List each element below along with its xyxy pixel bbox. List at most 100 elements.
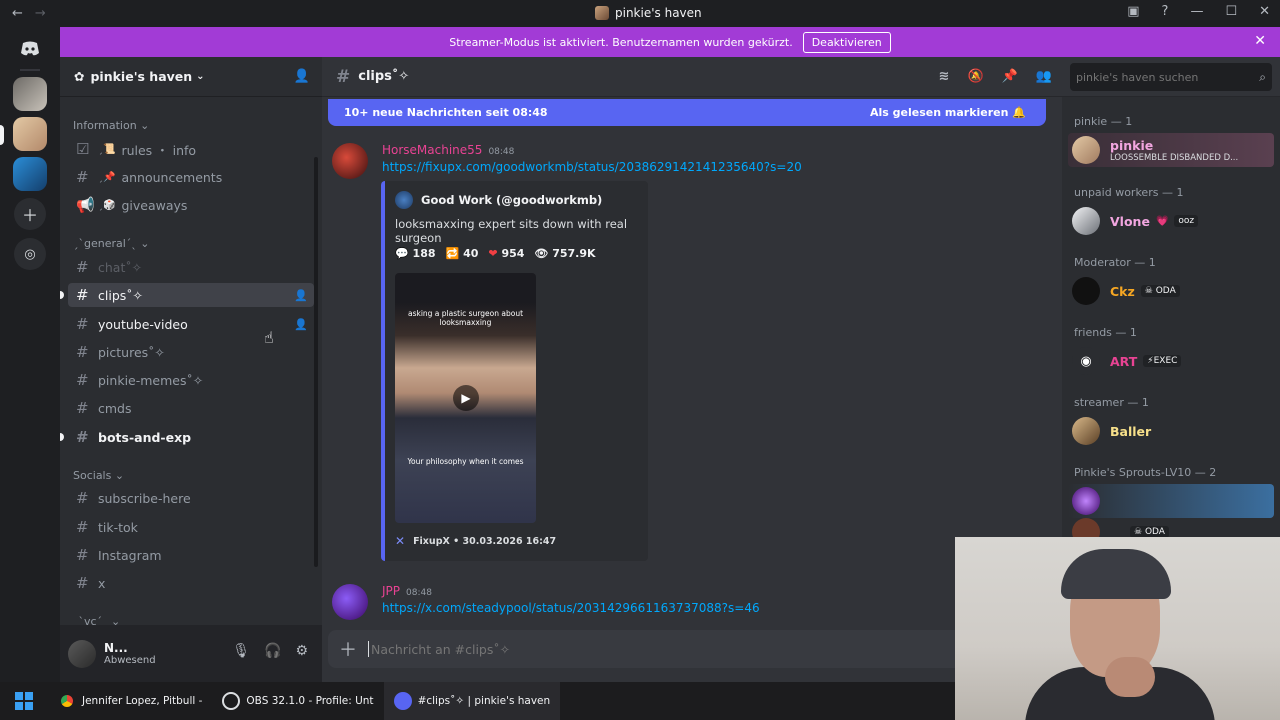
- link-embed: Good Work (@goodworkmb) looksmaxxing exp…: [381, 181, 648, 561]
- rules-checkbox-icon: ☑: [76, 140, 90, 158]
- embed-video[interactable]: asking a plastic surgeon about looksmaxx…: [395, 273, 536, 523]
- category-general[interactable]: ˏˋgeneralˊˎ ⌄: [73, 237, 150, 250]
- member-group-title: unpaid workers — 1: [1074, 186, 1184, 199]
- category-information[interactable]: Information ⌄: [73, 119, 149, 132]
- user-status: Abwesend: [104, 655, 156, 666]
- skull-icon: ☠: [1144, 286, 1153, 296]
- invite-member-icon[interactable]: 👤: [294, 318, 308, 331]
- deactivate-button[interactable]: Deaktivieren: [802, 31, 891, 53]
- notifications-muted-icon[interactable]: 🔕: [967, 69, 983, 84]
- channel-subscribe-here[interactable]: # subscribe-here: [68, 486, 314, 510]
- member-avatar: [1072, 417, 1100, 445]
- channel-cmds[interactable]: # cmds: [68, 396, 314, 420]
- member-avatar: [1072, 487, 1100, 515]
- author-avatar[interactable]: [332, 143, 368, 179]
- author-avatar[interactable]: [332, 584, 368, 620]
- channel-giveaways[interactable]: 📢 ˏ🎲 giveaways: [68, 193, 314, 217]
- start-button[interactable]: [0, 682, 48, 720]
- reply-icon: 💬: [395, 247, 409, 260]
- maximize-icon[interactable]: ☐: [1225, 4, 1237, 19]
- member-avatar: [1072, 277, 1100, 305]
- search-input[interactable]: [1076, 70, 1260, 84]
- channel-x[interactable]: # x: [68, 571, 314, 595]
- discord-icon: [393, 692, 412, 710]
- help-icon[interactable]: ?: [1162, 4, 1169, 19]
- member-baller[interactable]: Baller: [1068, 414, 1274, 448]
- headphones-icon[interactable]: 🎧: [264, 643, 281, 659]
- server-icon-pinkies-haven[interactable]: [13, 117, 47, 151]
- message-link[interactable]: https://fixupx.com/goodworkmb/status/203…: [382, 160, 802, 174]
- channel-bots-and-exp[interactable]: # bots-and-exp: [60, 425, 314, 449]
- member-vlone[interactable]: Vlone 💗 ooz: [1068, 204, 1274, 238]
- member-art[interactable]: ◉ ART ⚡EXEC: [1068, 344, 1274, 378]
- channel-youtube-video[interactable]: # youtube-video 👤: [68, 312, 314, 336]
- hash-icon: #: [76, 168, 89, 186]
- channel-sidebar: ✿ pinkie's haven ⌄ 👤 Information ⌄ ☑ ˏ📜 ru…: [60, 57, 322, 625]
- attach-plus-icon[interactable]: ＋: [328, 636, 368, 662]
- search-icon[interactable]: ⌕: [1259, 70, 1266, 85]
- channel-instagram[interactable]: # Instagram: [68, 543, 314, 567]
- member-name: Ckz: [1110, 283, 1135, 299]
- play-icon[interactable]: ▶: [453, 385, 479, 411]
- add-server-icon[interactable]: ＋: [14, 198, 46, 230]
- message-time: 08:48: [406, 588, 432, 598]
- forward-arrow-icon[interactable]: →: [35, 6, 46, 21]
- channel-clips[interactable]: # clips˚✧ 👤: [60, 283, 314, 307]
- message-author[interactable]: JPP 08:48: [382, 584, 432, 598]
- minimize-icon[interactable]: —: [1190, 4, 1203, 19]
- member-avatar: [1072, 207, 1100, 235]
- guild-header[interactable]: ✿ pinkie's haven ⌄ 👤: [60, 57, 322, 97]
- hash-icon: #: [76, 574, 89, 592]
- message-author[interactable]: HorseMachine55 08:48: [382, 143, 514, 157]
- category-socials[interactable]: Socials ⌄: [73, 469, 124, 482]
- member-group-title: friends — 1: [1074, 326, 1137, 339]
- taskbar-chrome[interactable]: Jennifer Lopez, Pitbull -: [48, 682, 212, 720]
- server-avatar-icon: [595, 6, 609, 20]
- discover-icon[interactable]: ◎: [14, 238, 46, 270]
- sidebar-scrollbar[interactable]: [314, 157, 318, 567]
- channel-rules[interactable]: ☑ ˏ📜 rules ・ info: [68, 137, 314, 161]
- user-avatar[interactable]: [68, 639, 96, 668]
- channel-tik-tok[interactable]: # tik-tok: [68, 515, 314, 539]
- inbox-icon[interactable]: ▣: [1127, 4, 1139, 19]
- microphone-icon[interactable]: 🎙: [232, 643, 250, 659]
- mouse-cursor-icon: ☝: [264, 328, 274, 347]
- member-ckz[interactable]: Ckz ☠ ODA: [1068, 274, 1274, 308]
- hash-icon: #: [76, 371, 89, 389]
- server-icon-3[interactable]: [13, 157, 47, 191]
- hash-icon: #: [76, 399, 89, 417]
- close-window-icon[interactable]: ✕: [1259, 4, 1270, 19]
- member-list-icon[interactable]: 👥: [1036, 69, 1052, 84]
- settings-gear-icon[interactable]: ⚙: [295, 643, 308, 659]
- back-arrow-icon[interactable]: ←: [12, 6, 23, 21]
- member-status-text: LOOSSEMBLE DISBANDED D...: [1110, 152, 1239, 163]
- close-banner-icon[interactable]: ✕: [1254, 33, 1266, 49]
- invite-member-icon[interactable]: 👤: [294, 289, 308, 302]
- pinned-messages-icon[interactable]: 📌: [1002, 69, 1018, 84]
- new-messages-bar[interactable]: 10+ neue Nachrichten seit 08:48 Als gele…: [328, 99, 1046, 126]
- member-sprout-1[interactable]: [1068, 484, 1274, 518]
- discord-home-icon[interactable]: [14, 33, 46, 65]
- message-link[interactable]: https://x.com/steadypool/status/20314296…: [382, 601, 760, 615]
- embed-author[interactable]: Good Work (@goodworkmb): [395, 191, 602, 209]
- embed-description: looksmaxxing expert sits down with real …: [395, 217, 628, 245]
- server-icon-1[interactable]: [13, 77, 47, 111]
- server-rail: ＋ ◎: [0, 27, 60, 682]
- channel-pictures[interactable]: # pictures˚✧: [68, 340, 314, 364]
- mark-as-read-button[interactable]: Als gelesen markieren 🔔: [870, 106, 1026, 119]
- channel-announcements[interactable]: # ˏ📌 announcements: [68, 165, 314, 189]
- webcam-person-cap: [1061, 549, 1171, 599]
- channel-pinkie-memes[interactable]: # pinkie-memes˚✧: [68, 368, 314, 392]
- taskbar-obs[interactable]: OBS 32.1.0 - Profile: Unt: [212, 682, 383, 720]
- hash-icon: #: [76, 343, 89, 361]
- invite-people-icon[interactable]: 👤: [294, 69, 310, 84]
- taskbar-discord[interactable]: #clips˚✧ | pinkie's haven: [383, 682, 561, 720]
- category-vc[interactable]: ˏˋvcˊˎ ⌄: [73, 615, 120, 625]
- member-pinkie[interactable]: pinkie LOOSSEMBLE DISBANDED D...: [1068, 133, 1274, 167]
- channel-header: # clips˚✧ ≋ 🔕 📌 👥: [322, 57, 1062, 97]
- threads-icon[interactable]: ≋: [939, 69, 950, 84]
- discord-default-avatar-icon: ◉: [1072, 347, 1100, 375]
- member-name: Baller: [1110, 423, 1152, 439]
- message-input[interactable]: [368, 641, 983, 657]
- channel-chat[interactable]: # chat˚✧: [68, 255, 314, 279]
